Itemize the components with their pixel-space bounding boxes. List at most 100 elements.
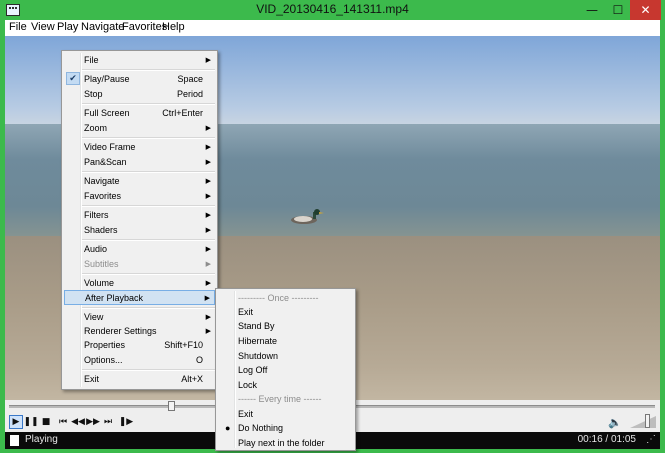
volume-slider[interactable] [630, 416, 656, 428]
pause-button[interactable]: ❚❚ [23, 415, 38, 429]
menu-bar: File View Play Navigate Favorites Help [5, 20, 660, 36]
context-menu: File ▶ ✔ Play/Pause Space Stop Period Fu… [61, 50, 218, 390]
submenu-item-stand-by[interactable]: Stand By [218, 319, 353, 333]
submenu-arrow-icon: ▶ [205, 125, 211, 132]
seek-thumb[interactable] [167, 401, 175, 411]
submenu-item-label: Hibernate [238, 336, 278, 346]
play-button[interactable]: ▶ [9, 415, 23, 429]
submenu-arrow-icon: ▶ [205, 178, 211, 185]
ctx-item-shortcut: O [195, 355, 203, 365]
status-text: Playing [25, 434, 58, 445]
ctx-item-zoom[interactable]: Zoom ▶ [64, 121, 215, 135]
submenu-item-do-nothing[interactable]: ● Do Nothing [218, 421, 353, 435]
rewind-button[interactable]: ◀◀ [71, 415, 85, 429]
menu-help[interactable]: Help [162, 21, 185, 33]
menu-separator [82, 103, 215, 105]
checkmark-icon: ✔ [66, 72, 80, 85]
ctx-item-favorites[interactable]: Favorites ▶ [64, 189, 215, 203]
ctx-item-audio[interactable]: Audio ▶ [64, 242, 215, 256]
ctx-item-label: Stop [84, 89, 103, 99]
time-display[interactable]: 00:16 / 01:05 [578, 434, 636, 445]
submenu-item-play-next[interactable]: Play next in the folder [218, 436, 353, 450]
ctx-item-label: Volume [84, 278, 115, 288]
resize-grip-icon[interactable]: ⋰ [646, 434, 656, 445]
submenu-item-label: Exit [238, 307, 254, 317]
submenu-item-label: Do Nothing [238, 423, 284, 433]
submenu-item-label: Play next in the folder [238, 438, 325, 448]
menu-play[interactable]: Play [57, 21, 78, 33]
submenu-arrow-icon: ▶ [205, 328, 211, 335]
menu-separator [82, 69, 215, 71]
ctx-item-full-screen[interactable]: Full Screen Ctrl+Enter [64, 106, 215, 120]
ctx-item-video-frame[interactable]: Video Frame ▶ [64, 140, 215, 154]
ctx-item-filters[interactable]: Filters ▶ [64, 208, 215, 222]
previous-button[interactable]: ⏮ [56, 415, 70, 429]
ctx-item-after-playback[interactable]: After Playback ▶ [64, 290, 215, 305]
menu-view[interactable]: View [31, 21, 55, 33]
submenu-item-lock[interactable]: Lock [218, 378, 353, 392]
ctx-item-stop[interactable]: Stop Period [64, 87, 215, 101]
ctx-item-label: Filters [84, 210, 109, 220]
menu-navigate[interactable]: Navigate [81, 21, 124, 33]
submenu-group-once: --------- Once --------- [218, 291, 353, 305]
ctx-item-label: Properties [84, 340, 126, 350]
submenu-arrow-icon: ▶ [204, 294, 210, 302]
menu-separator [82, 307, 215, 309]
ctx-item-properties[interactable]: Properties Shift+F10 [64, 338, 215, 352]
submenu-item-exit-once[interactable]: Exit [218, 305, 353, 319]
ctx-item-label: Pan&Scan [84, 157, 127, 167]
volume-icon[interactable]: 🔈 [608, 415, 622, 429]
window-title: VID_20130416_141311.mp4 [256, 2, 409, 16]
menu-separator [82, 205, 215, 207]
menu-separator [82, 369, 215, 371]
ctx-item-label: View [84, 312, 104, 322]
menu-file[interactable]: File [9, 21, 27, 33]
file-icon [10, 435, 19, 446]
maximize-button[interactable]: ☐ [604, 0, 632, 20]
ctx-item-label: Exit [84, 374, 100, 384]
ctx-item-subtitles: Subtitles ▶ [64, 257, 215, 271]
ctx-item-label: Favorites [84, 191, 122, 201]
ctx-item-pan-scan[interactable]: Pan&Scan ▶ [64, 155, 215, 169]
ctx-item-navigate[interactable]: Navigate ▶ [64, 174, 215, 188]
close-button[interactable]: ✕ [630, 0, 661, 20]
ctx-item-label: Renderer Settings [84, 326, 157, 336]
submenu-arrow-icon: ▶ [205, 193, 211, 200]
next-button[interactable]: ⏭ [101, 415, 115, 429]
ctx-item-volume[interactable]: Volume ▶ [64, 276, 215, 290]
title-bar[interactable]: VID_20130416_141311.mp4 — ☐ ✕ [0, 0, 665, 20]
menu-favorites[interactable]: Favorites [122, 21, 167, 33]
ctx-item-shortcut: Period [176, 89, 203, 99]
ctx-item-shaders[interactable]: Shaders ▶ [64, 223, 215, 237]
submenu-arrow-icon: ▶ [205, 144, 211, 151]
submenu-item-log-off[interactable]: Log Off [218, 363, 353, 377]
ctx-item-label: Full Screen [84, 108, 130, 118]
ctx-item-play-pause[interactable]: ✔ Play/Pause Space [64, 72, 215, 86]
submenu-group-label: ------ Every time ------ [238, 394, 322, 404]
submenu-arrow-icon: ▶ [205, 261, 211, 268]
submenu-item-label: Stand By [238, 321, 275, 331]
volume-thumb[interactable] [644, 414, 650, 428]
submenu-item-shutdown[interactable]: Shutdown [218, 349, 353, 363]
ctx-item-options[interactable]: Options... O [64, 353, 215, 367]
submenu-arrow-icon: ▶ [205, 246, 211, 253]
ctx-item-shortcut: Shift+F10 [164, 340, 203, 350]
forward-button[interactable]: ▶▶ [86, 415, 100, 429]
ctx-item-shortcut: Ctrl+Enter [162, 108, 203, 118]
submenu-item-label: Exit [238, 409, 254, 419]
minimize-button[interactable]: — [578, 0, 606, 20]
ctx-item-view[interactable]: View ▶ [64, 310, 215, 324]
stop-button[interactable]: ■ [39, 415, 53, 429]
submenu-item-hibernate[interactable]: Hibernate [218, 334, 353, 348]
submenu-arrow-icon: ▶ [205, 227, 211, 234]
submenu-arrow-icon: ▶ [205, 212, 211, 219]
frame-step-button[interactable]: ❚▶ [119, 415, 133, 429]
menu-separator [82, 273, 215, 275]
submenu-group-every-time: ------ Every time ------ [218, 392, 353, 406]
ctx-item-file[interactable]: File ▶ [64, 53, 215, 67]
ctx-item-renderer-settings[interactable]: Renderer Settings ▶ [64, 324, 215, 338]
submenu-item-label: Shutdown [238, 351, 279, 361]
ctx-item-shortcut: Space [177, 74, 203, 84]
ctx-item-exit[interactable]: Exit Alt+X [64, 372, 215, 386]
submenu-item-exit-every-time[interactable]: Exit [218, 407, 353, 421]
